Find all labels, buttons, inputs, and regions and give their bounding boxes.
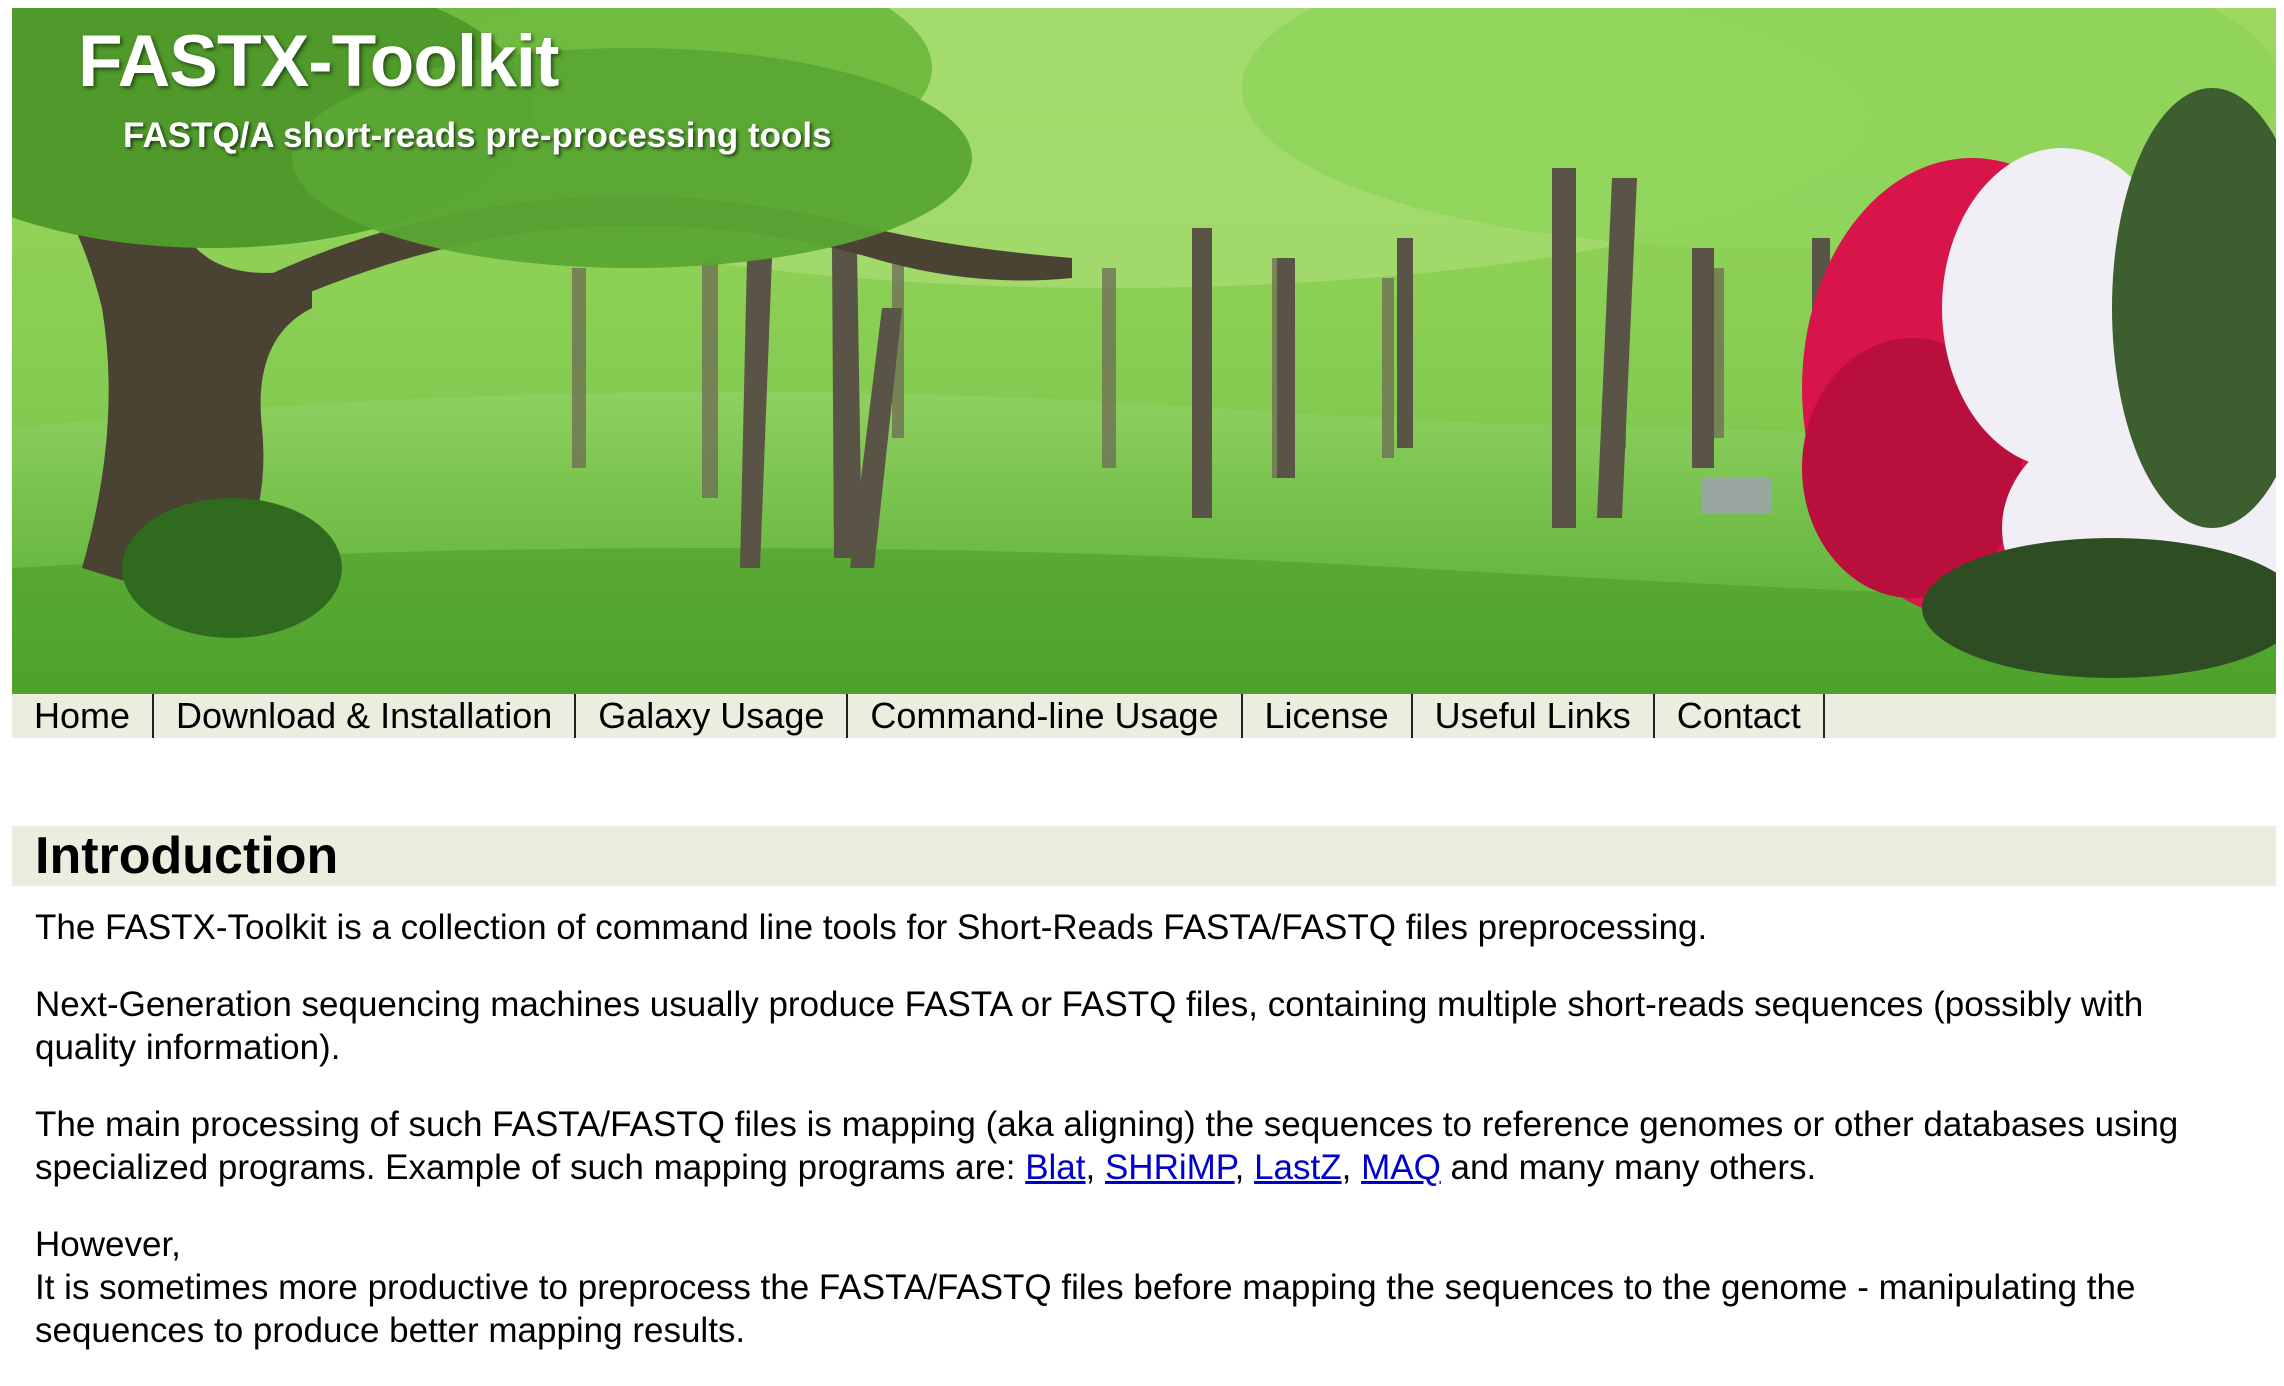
header-banner: FASTX-Toolkit FASTQ/A short-reads pre-pr…	[12, 8, 2276, 694]
nav-download-installation[interactable]: Download & Installation	[154, 694, 577, 738]
nav-command-line-usage[interactable]: Command-line Usage	[848, 694, 1243, 738]
link-shrimp[interactable]: SHRiMP	[1105, 1148, 1235, 1187]
preprocess-text: It is sometimes more productive to prepr…	[35, 1268, 2136, 1350]
page: FASTX-Toolkit FASTQ/A short-reads pre-pr…	[0, 0, 2284, 1362]
park-landscape-photo	[12, 8, 2276, 694]
nav-license[interactable]: License	[1243, 694, 1413, 738]
link-lastz[interactable]: LastZ	[1254, 1148, 1342, 1187]
site-title: FASTX-Toolkit	[78, 21, 559, 102]
separator: ,	[1085, 1148, 1105, 1187]
nav-bar: Home Download & Installation Galaxy Usag…	[12, 694, 2276, 738]
content-body: The FASTX-Toolkit is a collection of com…	[35, 906, 2235, 1386]
section-heading: Introduction	[35, 827, 339, 885]
however-text: However,	[35, 1225, 181, 1264]
link-maq[interactable]: MAQ	[1361, 1148, 1441, 1187]
preprocess-paragraph: However, It is sometimes more productive …	[35, 1223, 2235, 1352]
intro-paragraph: The FASTX-Toolkit is a collection of com…	[35, 908, 1708, 947]
mapping-paragraph: The main processing of such FASTA/FASTQ …	[35, 1103, 2235, 1189]
nav-home[interactable]: Home	[12, 694, 155, 738]
nav-useful-links[interactable]: Useful Links	[1413, 694, 1655, 738]
nav-contact[interactable]: Contact	[1655, 694, 1825, 738]
sequencing-paragraph: Next-Generation sequencing machines usua…	[35, 985, 2144, 1067]
separator: ,	[1234, 1148, 1255, 1187]
section-heading-bar: Introduction	[12, 826, 2276, 886]
site-subtitle: FASTQ/A short-reads pre-processing tools	[123, 116, 832, 155]
link-blat[interactable]: Blat	[1025, 1148, 1085, 1187]
separator: ,	[1341, 1148, 1362, 1187]
nav-galaxy-usage[interactable]: Galaxy Usage	[576, 694, 849, 738]
mapping-text-end: and many many others.	[1440, 1148, 1817, 1187]
